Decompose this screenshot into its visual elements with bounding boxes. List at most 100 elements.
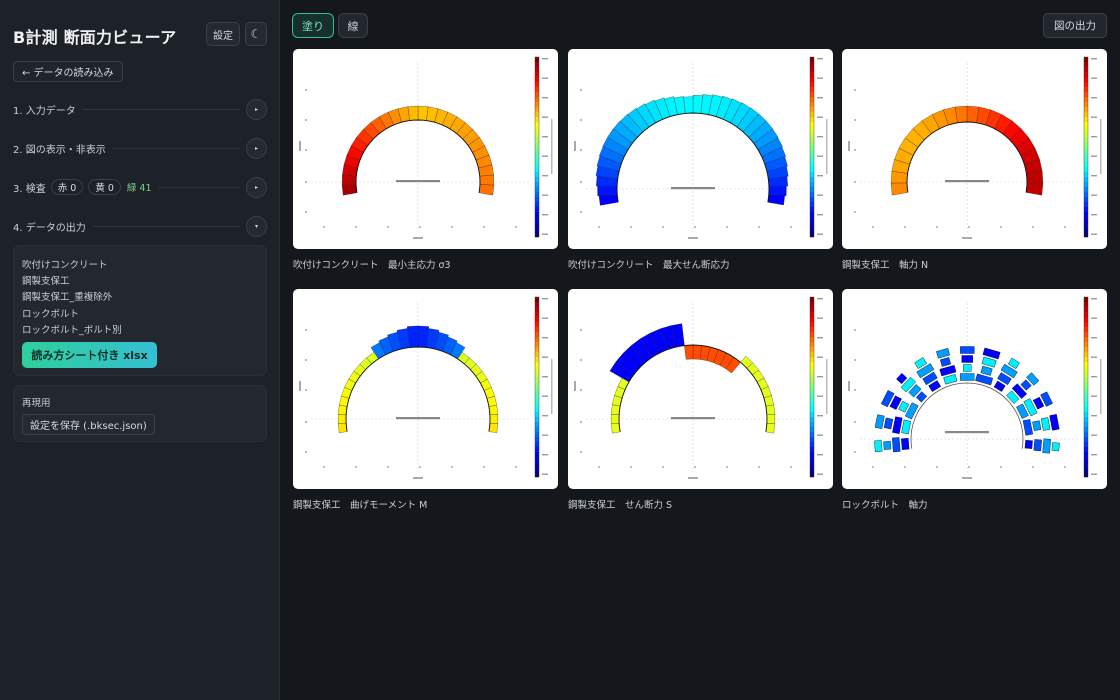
export-item[interactable]: 鋼製支保工_重複除外 bbox=[22, 289, 112, 303]
colorbar-segment bbox=[810, 57, 814, 63]
tick-mark bbox=[662, 226, 664, 228]
colorbar-segment bbox=[535, 122, 539, 128]
colorbar-segment bbox=[810, 102, 814, 108]
section-data-export[interactable]: 4. データの出力 ▾ bbox=[13, 215, 267, 237]
colorbar-tick-label bbox=[542, 116, 548, 118]
colorbar-segment bbox=[810, 167, 814, 173]
tick-mark bbox=[355, 466, 357, 468]
theme-toggle-button[interactable]: ☾ bbox=[245, 22, 267, 46]
moon-icon: ☾ bbox=[250, 27, 262, 41]
colorbar-segment bbox=[535, 77, 539, 83]
save-settings-button[interactable]: 設定を保存 (.bksec.json) bbox=[22, 414, 155, 435]
colorbar-segment bbox=[535, 307, 539, 313]
tick-mark bbox=[936, 466, 938, 468]
bolt-segment bbox=[1032, 420, 1042, 432]
colorbar-tick-label bbox=[817, 376, 823, 378]
section-segment bbox=[337, 414, 347, 424]
tab-fill[interactable]: 塗り bbox=[292, 13, 334, 38]
colorbar-tick-label bbox=[542, 473, 548, 475]
axis-label-mark bbox=[688, 237, 698, 239]
colorbar-segment bbox=[535, 192, 539, 198]
colorbar-segment bbox=[1084, 157, 1088, 163]
colorbar-segment bbox=[1084, 387, 1088, 393]
colorbar-tick-label bbox=[817, 434, 823, 436]
tick-mark bbox=[580, 181, 582, 183]
colorbar-segment bbox=[1084, 147, 1088, 153]
colorbar-segment bbox=[535, 82, 539, 88]
colorbar-segment bbox=[810, 232, 814, 238]
colorbar-segment bbox=[535, 377, 539, 383]
colorbar-segment bbox=[535, 232, 539, 238]
colorbar-segment bbox=[535, 117, 539, 123]
tick-mark bbox=[854, 451, 856, 453]
tab-line[interactable]: 線 bbox=[338, 13, 368, 38]
colorbar-segment bbox=[810, 177, 814, 183]
plot-frame bbox=[299, 63, 529, 239]
section-divider bbox=[91, 225, 240, 227]
section-segment bbox=[597, 185, 618, 197]
colorbar-segment bbox=[1084, 417, 1088, 423]
figure-card-steel-moment[interactable] bbox=[293, 289, 558, 489]
colorbar-segment bbox=[535, 417, 539, 423]
colorbar-tick-label bbox=[817, 356, 823, 358]
figure-card-steel-shear[interactable] bbox=[568, 289, 833, 489]
reuse-panel: 再現用 設定を保存 (.bksec.json) bbox=[13, 385, 267, 442]
bolt-segment bbox=[1007, 357, 1020, 369]
colorbar-segment bbox=[1084, 162, 1088, 168]
colorbar-segment bbox=[810, 62, 814, 68]
colorbar-segment bbox=[810, 87, 814, 93]
tick-mark bbox=[580, 89, 582, 91]
settings-button[interactable]: 設定 bbox=[206, 22, 240, 46]
tick-mark bbox=[305, 149, 307, 151]
expand-icon[interactable]: ▸ bbox=[246, 176, 267, 198]
tick-mark bbox=[580, 421, 582, 423]
colorbar-segment bbox=[535, 397, 539, 403]
colorbar-segment bbox=[1084, 117, 1088, 123]
figure-plot bbox=[299, 296, 553, 479]
colorbar-segment bbox=[535, 317, 539, 323]
section-input-data[interactable]: 1. 入力データ ▸ bbox=[13, 98, 267, 120]
figure-card-rockbolt-axial[interactable] bbox=[842, 289, 1107, 489]
figure-card-shotcrete-max-shear[interactable] bbox=[568, 49, 833, 249]
colorbar-segment bbox=[810, 207, 814, 213]
tick-mark bbox=[451, 466, 453, 468]
colorbar-tick-label bbox=[542, 194, 548, 196]
expand-icon[interactable]: ▸ bbox=[246, 98, 267, 120]
colorbar-segment bbox=[535, 207, 539, 213]
colorbar-segment bbox=[1084, 337, 1088, 343]
export-item[interactable]: ロックボルト_ボルト別 bbox=[22, 322, 122, 336]
section-figure-visibility[interactable]: 2. 図の表示・非表示 ▸ bbox=[13, 137, 267, 159]
colorbar-segment bbox=[535, 132, 539, 138]
section-segment bbox=[598, 194, 619, 206]
export-item[interactable]: ロックボルト bbox=[22, 306, 79, 320]
xlsx-export-button[interactable]: 読み方シート付き xlsx bbox=[22, 342, 157, 368]
colorbar-tick-label bbox=[1091, 473, 1097, 475]
colorbar-segment bbox=[535, 97, 539, 103]
collapse-icon[interactable]: ▾ bbox=[246, 215, 267, 237]
colorbar-segment bbox=[535, 152, 539, 158]
axis-label-mark bbox=[848, 381, 850, 391]
colorbar-segment bbox=[535, 102, 539, 108]
colorbar-title bbox=[826, 359, 828, 414]
colorbar-segment bbox=[1084, 447, 1088, 453]
expand-icon[interactable]: ▸ bbox=[246, 137, 267, 159]
colorbar-segment bbox=[1084, 217, 1088, 223]
colorbar-title bbox=[551, 119, 553, 174]
tick-mark bbox=[580, 211, 582, 213]
export-item[interactable]: 鋼製支保工 bbox=[22, 273, 70, 287]
tick-mark bbox=[355, 226, 357, 228]
figure-card-steel-axial[interactable] bbox=[842, 49, 1107, 249]
export-item[interactable]: 吹付けコンクリート bbox=[22, 257, 108, 271]
bolt-segment bbox=[896, 372, 908, 385]
section-check[interactable]: 3. 検査 赤 0 黄 0 緑 41 ▸ bbox=[13, 176, 267, 198]
load-data-button[interactable]: ← データの読み込み bbox=[13, 61, 123, 82]
section-label: 4. データの出力 bbox=[13, 222, 86, 234]
colorbar-tick-label bbox=[542, 175, 548, 177]
colorbar-title bbox=[1100, 119, 1102, 174]
colorbar-segment bbox=[810, 372, 814, 378]
export-figure-button[interactable]: 図の出力 bbox=[1043, 13, 1107, 38]
bolt-segment bbox=[1033, 439, 1042, 452]
colorbar-segment bbox=[1084, 187, 1088, 193]
figure-card-shotcrete-min-stress[interactable] bbox=[293, 49, 558, 249]
annotation-label bbox=[671, 417, 715, 420]
